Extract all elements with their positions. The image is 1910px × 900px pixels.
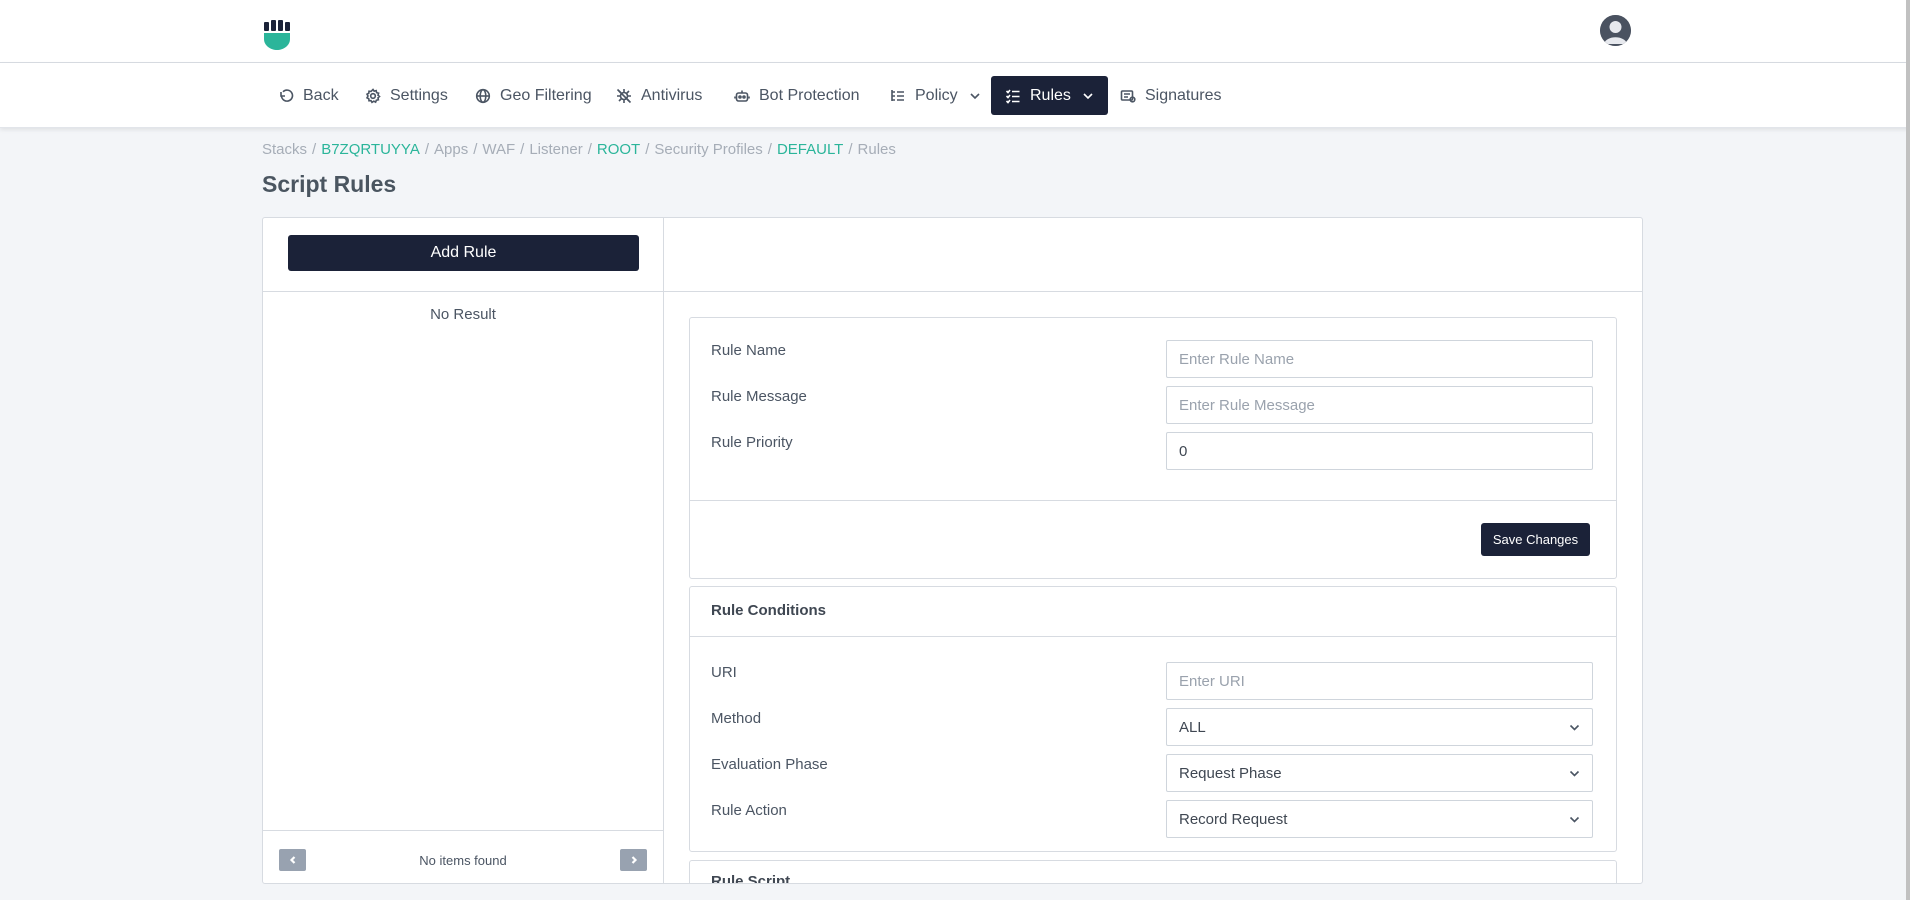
- nav-policy-label: Policy: [915, 86, 958, 104]
- nav-settings[interactable]: Settings: [351, 76, 462, 115]
- nav-signatures-label: Signatures: [1145, 86, 1222, 104]
- breadcrumb-rules: Rules: [857, 141, 896, 158]
- rule-name-input[interactable]: [1166, 340, 1593, 378]
- chevron-down-icon: [970, 92, 980, 99]
- card-divider: [690, 636, 1616, 637]
- breadcrumb-stack-id[interactable]: B7ZQRTUYYA: [321, 141, 420, 158]
- save-changes-button[interactable]: Save Changes: [1481, 523, 1590, 556]
- rule-action-select[interactable]: Record Request: [1166, 800, 1593, 838]
- evaluation-phase-select[interactable]: Request Phase: [1166, 754, 1593, 792]
- uri-label: URI: [711, 664, 737, 681]
- breadcrumb-stacks[interactable]: Stacks: [262, 141, 307, 158]
- uri-input[interactable]: [1166, 662, 1593, 700]
- nav-bot-protection-label: Bot Protection: [759, 86, 860, 104]
- rule-name-label: Rule Name: [711, 342, 787, 359]
- add-rule-button[interactable]: Add Rule: [288, 235, 639, 271]
- nav-back[interactable]: Back: [264, 76, 353, 115]
- rule-priority-input[interactable]: [1166, 432, 1593, 470]
- gear-icon: [365, 87, 381, 104]
- rule-details-card: Rule Name Rule Message Rule Priority Sav…: [689, 317, 1617, 579]
- robot-icon: [734, 90, 750, 102]
- breadcrumb-separator: /: [848, 141, 853, 158]
- chevron-down-icon: [1569, 724, 1580, 731]
- pagination: No items found: [263, 830, 663, 883]
- breadcrumb-separator: /: [767, 141, 772, 158]
- chevron-down-icon: [1083, 92, 1093, 99]
- nav-policy[interactable]: Policy: [876, 76, 995, 115]
- chevron-down-icon: [1569, 770, 1580, 777]
- nav-antivirus-label: Antivirus: [641, 86, 703, 104]
- breadcrumb-separator: /: [645, 141, 650, 158]
- breadcrumb-root[interactable]: ROOT: [597, 141, 640, 158]
- method-value: ALL: [1179, 718, 1206, 736]
- chevron-right-icon: [631, 856, 637, 864]
- rule-conditions-title: Rule Conditions: [711, 602, 826, 619]
- breadcrumb-separator: /: [520, 141, 525, 158]
- breadcrumb-apps[interactable]: Apps: [434, 141, 468, 158]
- rule-message-label: Rule Message: [711, 388, 807, 405]
- rule-script-title: Rule Script: [711, 873, 791, 884]
- rule-message-input[interactable]: [1166, 386, 1593, 424]
- nav-antivirus[interactable]: Antivirus: [602, 76, 716, 115]
- breadcrumb-separator: /: [312, 141, 317, 158]
- evaluation-phase-value: Request Phase: [1179, 764, 1282, 782]
- breadcrumb-security-profiles[interactable]: Security Profiles: [654, 141, 762, 158]
- breadcrumb: Stacks / B7ZQRTUYYA / Apps / WAF / Listener / ROOT…: [262, 141, 896, 158]
- top-header: [0, 0, 1910, 63]
- nav-settings-label: Settings: [390, 86, 448, 104]
- breadcrumb-separator: /: [473, 141, 478, 158]
- breadcrumb-listener[interactable]: Listener: [529, 141, 582, 158]
- globe-icon: [475, 88, 491, 103]
- list-check-icon: [1005, 89, 1020, 104]
- section-navbar: Back Settings Geo Filtering Antivirus Bo…: [0, 63, 1910, 128]
- nav-rules[interactable]: Rules: [991, 76, 1108, 115]
- rule-list-column: Add Rule No Result No items found: [263, 218, 664, 883]
- chevron-down-icon: [1569, 816, 1580, 823]
- user-avatar[interactable]: [1600, 15, 1631, 46]
- rule-priority-label: Rule Priority: [711, 434, 793, 451]
- rule-action-value: Record Request: [1179, 810, 1288, 828]
- pagination-status: No items found: [419, 853, 507, 868]
- rule-conditions-card: Rule Conditions URI Method ALL Evaluatio…: [689, 586, 1617, 852]
- evaluation-phase-label: Evaluation Phase: [711, 756, 828, 773]
- breadcrumb-profile[interactable]: DEFAULT: [777, 141, 843, 158]
- logo-icon[interactable]: [263, 19, 291, 51]
- rules-panel: Add Rule No Result No items found Rule N…: [262, 217, 1643, 884]
- rule-script-card: Rule Script: [689, 860, 1617, 884]
- breadcrumb-waf[interactable]: WAF: [482, 141, 515, 158]
- card-divider: [690, 500, 1616, 501]
- rule-list-header: Add Rule: [263, 218, 663, 292]
- page-title: Script Rules: [262, 171, 397, 197]
- undo-icon: [280, 88, 294, 102]
- rule-action-label: Rule Action: [711, 802, 787, 819]
- nav-rules-label: Rules: [1030, 86, 1071, 104]
- empty-result-text: No Result: [430, 306, 496, 323]
- nav-geo-filtering[interactable]: Geo Filtering: [461, 76, 606, 115]
- virus-slash-icon: [616, 88, 632, 103]
- rule-detail-header: [664, 218, 1642, 292]
- page-scrollbar[interactable]: [1906, 0, 1910, 900]
- list-tree-icon: [891, 89, 904, 101]
- nav-back-label: Back: [303, 86, 339, 104]
- breadcrumb-separator: /: [424, 141, 429, 158]
- nav-geo-filtering-label: Geo Filtering: [500, 86, 592, 104]
- signature-icon: [1120, 89, 1136, 103]
- user-icon: [1600, 15, 1631, 46]
- method-label: Method: [711, 710, 762, 727]
- method-select[interactable]: ALL: [1166, 708, 1593, 746]
- nav-signatures[interactable]: Signatures: [1106, 76, 1236, 115]
- breadcrumb-separator: /: [587, 141, 592, 158]
- nav-bot-protection[interactable]: Bot Protection: [720, 76, 874, 115]
- next-page-button[interactable]: [620, 849, 647, 871]
